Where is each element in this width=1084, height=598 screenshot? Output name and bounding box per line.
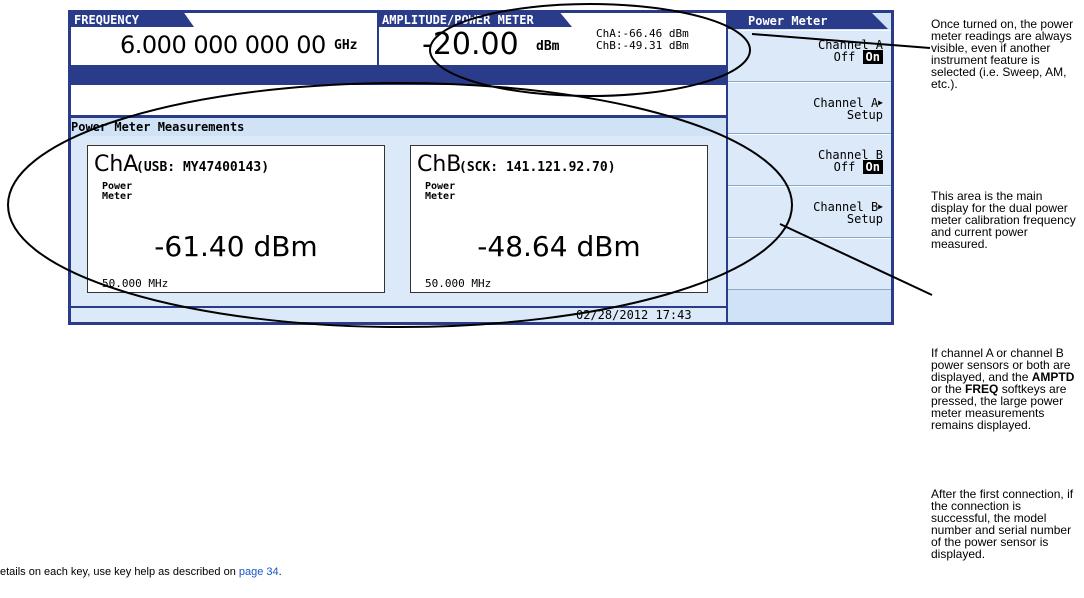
annotation-first-connection: After the first connection, if the conne… bbox=[931, 487, 1074, 561]
page-link[interactable]: page 34 bbox=[239, 566, 279, 578]
annotation-amptd-freq: If channel A or channel B power sensors … bbox=[931, 347, 1081, 431]
amplitude-callout-ellipse bbox=[429, 3, 751, 97]
callout-overlay bbox=[7, 3, 933, 328]
annotation-readings: Once turned on, the power meter readings… bbox=[931, 17, 1074, 91]
leader-line-top bbox=[751, 33, 931, 49]
footer-note: etails on each key, use key help as desc… bbox=[0, 566, 282, 578]
leader-line-main bbox=[779, 223, 933, 296]
footer-text: etails on each key, use key help as desc… bbox=[0, 566, 239, 578]
footer-end: . bbox=[278, 566, 282, 578]
annotation-main-display: This area is the main display for the du… bbox=[931, 189, 1076, 251]
measurement-callout-ellipse bbox=[7, 82, 793, 328]
